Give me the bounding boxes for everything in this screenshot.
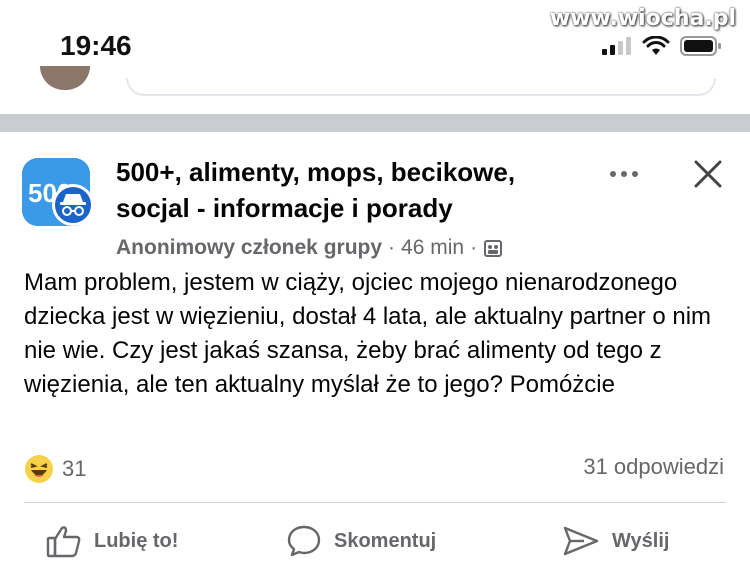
group-name-link[interactable]: 500+, alimenty, mops, becikowe, socjal -… [116,154,586,226]
actions-divider [24,502,726,503]
comment-button[interactable]: Skomentuj [286,524,436,558]
status-time: 19:46 [60,30,132,61]
meta-separator: · [388,236,396,259]
group-post: 500 500+, alimenty, mops, becikowe, socj… [0,132,750,581]
watermark: www.wiocha.pl [549,6,736,31]
status-bar: 19:46 www.wiocha.pl [0,0,750,78]
wifi-icon [642,36,670,55]
comment-label: Skomentuj [334,529,437,552]
comments-count-link[interactable]: 31 odpowiedzi [583,454,724,480]
comment-icon [287,525,321,557]
reaction-count: 31 [62,456,87,481]
share-icon [563,526,599,556]
post-text: Mam problem, jestem w ciąży, ojciec moje… [24,269,712,398]
post-meta: Anonimowy członek grupy · 46 min · [116,236,503,260]
reactions-summary[interactable]: 31 [24,454,86,484]
like-button[interactable]: Lubię to! [46,524,178,558]
close-icon[interactable] [688,154,728,194]
group-privacy-icon [484,240,503,257]
status-icons [602,36,722,56]
previous-post-remnant [0,66,750,112]
haha-reaction-icon [25,455,53,483]
share-label: Wyślij [612,529,670,552]
more-icon[interactable] [604,162,644,186]
like-icon [46,526,81,558]
anonymous-member-icon [52,184,94,226]
signal-icon [602,37,631,55]
feed-divider [0,114,750,132]
post-timestamp[interactable]: 46 min [401,236,464,260]
meta-separator: · [470,236,478,259]
like-label: Lubię to! [94,529,179,552]
share-button[interactable]: Wyślij [562,524,669,558]
comment-input[interactable] [126,78,716,96]
post-author: Anonimowy członek grupy [116,236,383,259]
battery-icon [680,36,721,56]
avatar [40,66,90,90]
